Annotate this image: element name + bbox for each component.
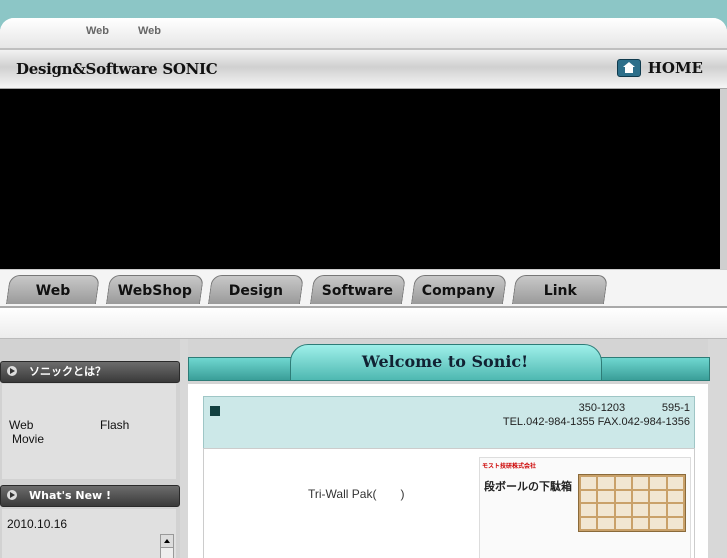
bullet-square-icon <box>210 406 220 416</box>
company-info: 350-1203 595-1 TEL.042-984-1355 FAX.042-… <box>203 396 695 450</box>
play-icon <box>7 490 17 500</box>
about-item-web[interactable]: Web <box>9 418 33 432</box>
nav-tab-design[interactable]: Design <box>207 275 305 304</box>
content-area: ソニックとは？ Web Flash Movie What's New ! 201… <box>0 339 727 558</box>
shoe-shelf-image <box>578 474 686 532</box>
home-button[interactable]: HOME <box>616 59 703 77</box>
product-thumbnail[interactable]: モスト技研株式会社 段ボールの下駄箱 <box>479 457 691 558</box>
main-panel: Welcome to Sonic! 350-1203 595-1 TEL.042… <box>188 339 710 558</box>
nav-tab-company[interactable]: Company <box>410 275 508 304</box>
top-bar: Web Web <box>0 18 727 48</box>
title-bar: Design&Software SONIC HOME <box>0 48 727 91</box>
video-banner[interactable] <box>0 89 720 269</box>
play-icon <box>7 366 17 376</box>
news-scrollbar[interactable] <box>160 534 174 558</box>
address-number: 595-1 <box>661 402 690 414</box>
welcome-title: Welcome to Sonic! <box>361 352 529 371</box>
news-date: 2010.10.16 <box>7 517 68 531</box>
about-item-movie[interactable]: Movie <box>12 432 44 446</box>
thumb-brand: モスト技研株式会社 <box>482 463 537 470</box>
thumb-title: 段ボールの下駄箱 <box>484 480 572 493</box>
postal-code: 350-1203 <box>578 402 626 414</box>
about-heading: ソニックとは？ <box>0 361 180 383</box>
news-heading: What's New ! <box>0 485 180 507</box>
product-section: Tri-Wall Pak( ) モスト技研株式会社 段ボールの下駄箱 <box>203 448 695 558</box>
nav-tab-web[interactable]: Web <box>5 275 101 304</box>
nav-tab-software[interactable]: Software <box>309 275 407 304</box>
nav-tab-webshop[interactable]: WebShop <box>105 275 205 304</box>
divider-strip <box>0 308 727 339</box>
page-frame: Web Web Design&Software SONIC HOME Web W… <box>0 18 727 558</box>
news-box: 2010.10.16 <box>2 509 176 558</box>
product-text[interactable]: Tri-Wall Pak( ) <box>308 485 404 502</box>
home-icon <box>616 59 641 77</box>
about-item-flash[interactable]: Flash <box>100 418 129 432</box>
scroll-up-arrow-icon[interactable] <box>161 535 173 548</box>
home-label: HOME <box>647 59 703 77</box>
content-panel: 350-1203 595-1 TEL.042-984-1355 FAX.042-… <box>188 384 708 558</box>
tel-fax: TEL.042-984-1355 FAX.042-984-1356 <box>502 416 690 428</box>
site-logo[interactable]: Design&Software SONIC <box>16 60 218 78</box>
about-box: Web Flash Movie <box>2 384 176 479</box>
sidebar: ソニックとは？ Web Flash Movie What's New ! 201… <box>0 339 180 558</box>
top-link-web-1[interactable]: Web <box>86 25 109 37</box>
top-link-web-2[interactable]: Web <box>138 25 161 37</box>
company-address: 350-1203 595-1 TEL.042-984-1355 FAX.042-… <box>503 401 690 429</box>
nav-tab-link[interactable]: Link <box>511 275 609 304</box>
banner-edge <box>720 89 727 269</box>
main-nav: Web WebShop Design Software Company Link <box>0 269 727 308</box>
